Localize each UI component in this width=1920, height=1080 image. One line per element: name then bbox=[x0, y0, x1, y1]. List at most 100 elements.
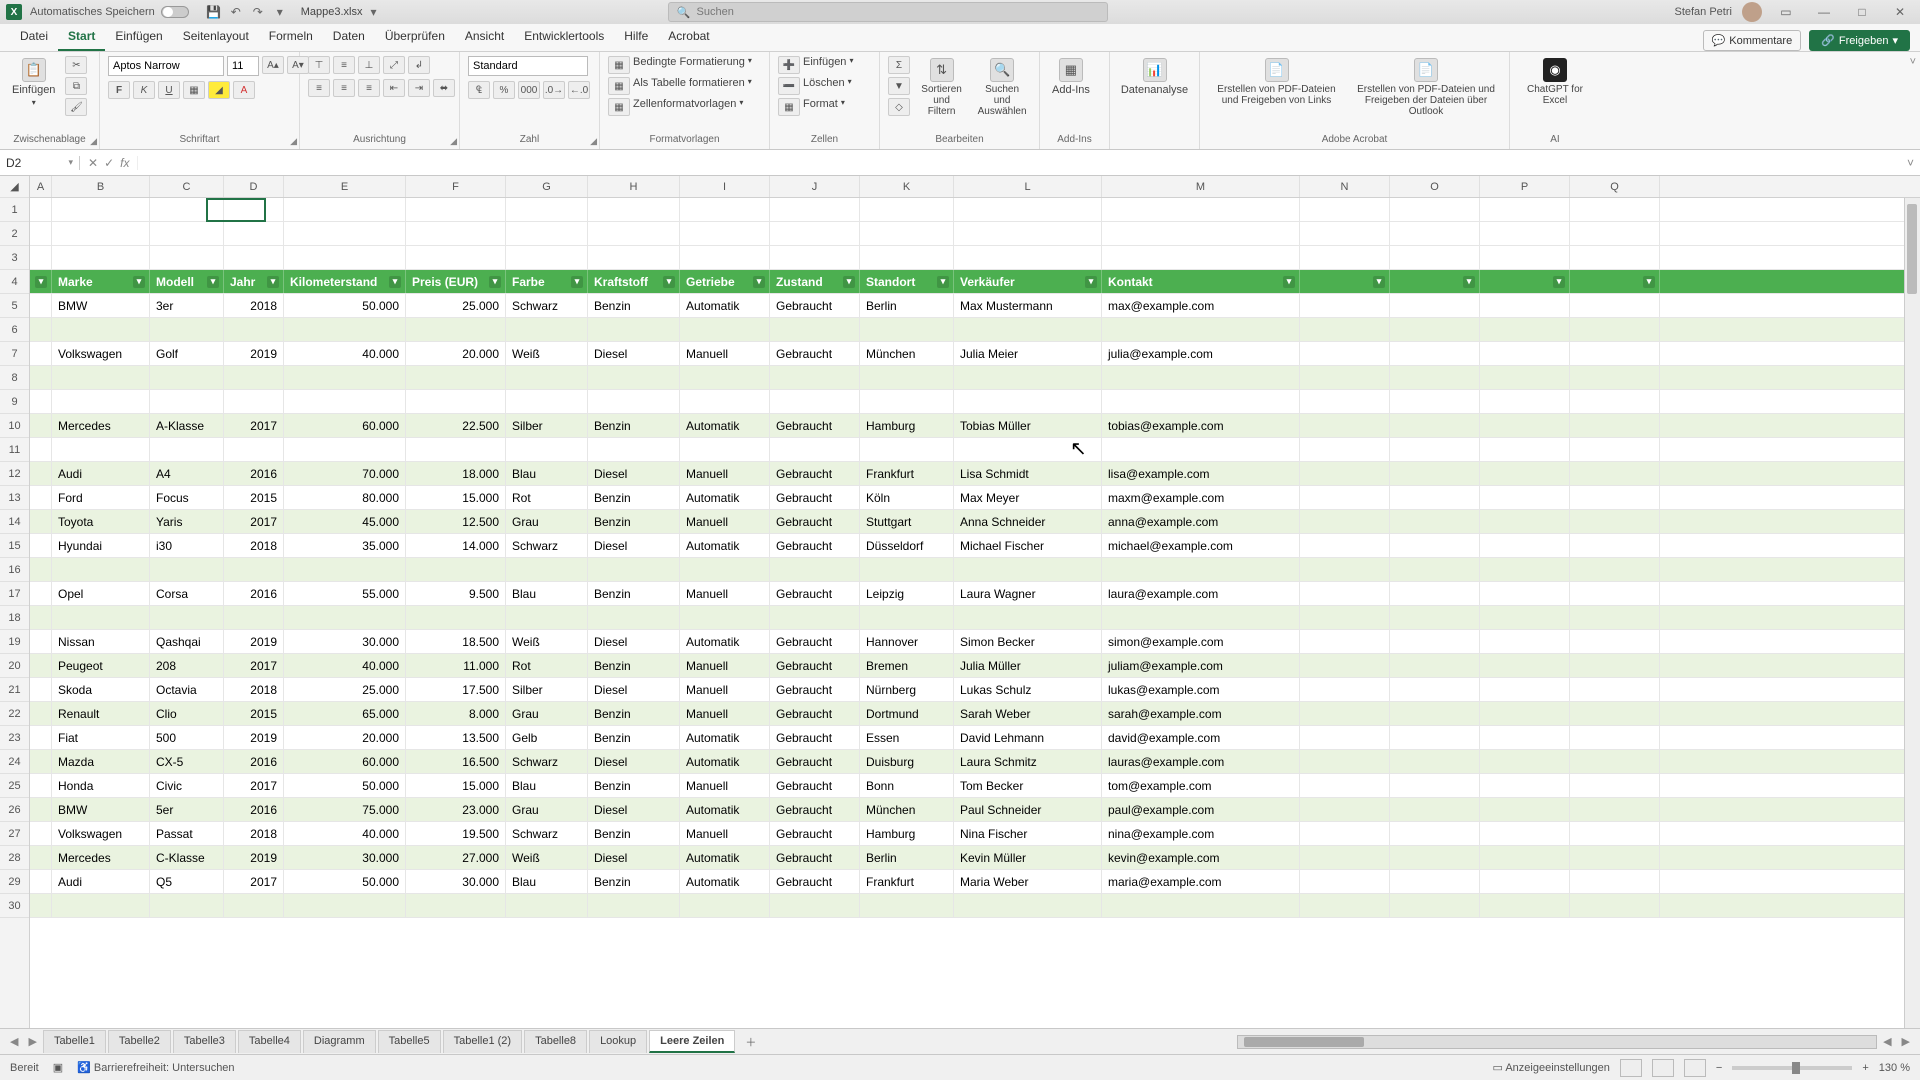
cell[interactable] bbox=[1390, 294, 1480, 317]
name-box[interactable]: D2 ▾ bbox=[0, 156, 80, 170]
cell[interactable] bbox=[1480, 510, 1570, 533]
sort-filter-button[interactable]: ⇅ Sortieren und Filtern bbox=[916, 56, 967, 119]
cell[interactable] bbox=[954, 558, 1102, 581]
cell[interactable]: Laura Wagner bbox=[954, 582, 1102, 605]
cell[interactable] bbox=[954, 390, 1102, 413]
column-headers[interactable]: ABCDEFGHIJKLMNOPQ bbox=[30, 176, 1920, 198]
cell[interactable] bbox=[1390, 582, 1480, 605]
row-header-6[interactable]: 6 bbox=[0, 318, 29, 342]
cell[interactable]: 27.000 bbox=[406, 846, 506, 869]
table-row[interactable]: VolkswagenGolf201940.00020.000WeißDiesel… bbox=[30, 342, 1920, 366]
row-header-30[interactable]: 30 bbox=[0, 894, 29, 918]
cell[interactable] bbox=[30, 198, 52, 221]
row-header-18[interactable]: 18 bbox=[0, 606, 29, 630]
cell[interactable]: Gebraucht bbox=[770, 798, 860, 821]
autosave-toggle[interactable]: Automatisches Speichern bbox=[30, 6, 189, 18]
cell[interactable] bbox=[284, 390, 406, 413]
cell[interactable] bbox=[1570, 678, 1660, 701]
cell[interactable]: 2018 bbox=[224, 294, 284, 317]
cell[interactable] bbox=[1570, 318, 1660, 341]
cell[interactable] bbox=[1480, 414, 1570, 437]
number-format-select[interactable] bbox=[468, 56, 588, 76]
cell[interactable]: Schwarz bbox=[506, 822, 588, 845]
row-headers[interactable]: ◢ 12345678910111213141516171819202122232… bbox=[0, 176, 30, 1028]
cell[interactable]: 2017 bbox=[224, 774, 284, 797]
cell[interactable] bbox=[1390, 486, 1480, 509]
column-header-cell[interactable]: Kilometerstand bbox=[284, 270, 406, 293]
cell[interactable]: Gebraucht bbox=[770, 486, 860, 509]
cell[interactable]: Benzin bbox=[588, 726, 680, 749]
tab-nav-prev-icon[interactable]: ◀ bbox=[6, 1035, 22, 1048]
cell[interactable] bbox=[1480, 342, 1570, 365]
cell[interactable]: Lisa Schmidt bbox=[954, 462, 1102, 485]
col-header-E[interactable]: E bbox=[284, 176, 406, 197]
cell[interactable] bbox=[1300, 246, 1390, 269]
zoom-level[interactable]: 130 % bbox=[1879, 1062, 1910, 1074]
cell[interactable]: Mazda bbox=[52, 750, 150, 773]
find-select-button[interactable]: 🔍 Suchen und Auswählen bbox=[973, 56, 1031, 119]
display-settings-button[interactable]: ▭ Anzeigeeinstellungen bbox=[1492, 1061, 1609, 1074]
cell[interactable] bbox=[224, 438, 284, 461]
cell[interactable]: Paul Schneider bbox=[954, 798, 1102, 821]
cell[interactable] bbox=[52, 894, 150, 917]
cell[interactable] bbox=[284, 366, 406, 389]
align-right-icon[interactable]: ≡ bbox=[358, 79, 380, 97]
cell[interactable] bbox=[506, 894, 588, 917]
cell[interactable]: Diesel bbox=[588, 750, 680, 773]
row-header-8[interactable]: 8 bbox=[0, 366, 29, 390]
expand-formula-icon[interactable]: ˅ bbox=[1901, 156, 1920, 170]
cell[interactable]: Automatik bbox=[680, 294, 770, 317]
cell[interactable] bbox=[860, 558, 954, 581]
merge-icon[interactable]: ⬌ bbox=[433, 79, 455, 97]
row-header-17[interactable]: 17 bbox=[0, 582, 29, 606]
cell[interactable]: 2018 bbox=[224, 678, 284, 701]
col-header-F[interactable]: F bbox=[406, 176, 506, 197]
cell[interactable]: Clio bbox=[150, 702, 224, 725]
cell[interactable] bbox=[1300, 678, 1390, 701]
cell[interactable] bbox=[1480, 822, 1570, 845]
column-header-cell[interactable]: Kraftstoff bbox=[588, 270, 680, 293]
cell[interactable] bbox=[1480, 270, 1570, 293]
cell[interactable] bbox=[1390, 558, 1480, 581]
cell[interactable]: Automatik bbox=[680, 630, 770, 653]
table-row[interactable] bbox=[30, 390, 1920, 414]
cell[interactable] bbox=[1300, 270, 1390, 293]
col-header-B[interactable]: B bbox=[52, 176, 150, 197]
align-bottom-icon[interactable]: ⊥ bbox=[358, 56, 380, 74]
underline-icon[interactable]: U bbox=[158, 81, 180, 99]
cell[interactable]: Gebraucht bbox=[770, 630, 860, 653]
toggle-icon[interactable] bbox=[161, 6, 189, 18]
cell[interactable] bbox=[1300, 702, 1390, 725]
cell[interactable] bbox=[1480, 462, 1570, 485]
scroll-thumb[interactable] bbox=[1907, 204, 1917, 294]
cell[interactable]: Passat bbox=[150, 822, 224, 845]
cell[interactable]: 9.500 bbox=[406, 582, 506, 605]
cell[interactable]: Grau bbox=[506, 702, 588, 725]
cell[interactable]: 18.000 bbox=[406, 462, 506, 485]
table-row[interactable]: RenaultClio201565.0008.000GrauBenzinManu… bbox=[30, 702, 1920, 726]
col-header-L[interactable]: L bbox=[954, 176, 1102, 197]
ribbon-mode-icon[interactable]: ▭ bbox=[1772, 5, 1800, 19]
cell[interactable]: Julia Meier bbox=[954, 342, 1102, 365]
cell[interactable]: 2018 bbox=[224, 534, 284, 557]
cell[interactable]: laura@example.com bbox=[1102, 582, 1300, 605]
enter-formula-icon[interactable]: ✓ bbox=[104, 156, 114, 170]
table-row[interactable] bbox=[30, 318, 1920, 342]
spreadsheet-grid[interactable]: ◢ 12345678910111213141516171819202122232… bbox=[0, 176, 1920, 1028]
row-header-22[interactable]: 22 bbox=[0, 702, 29, 726]
cell[interactable]: Tobias Müller bbox=[954, 414, 1102, 437]
cell[interactable]: 208 bbox=[150, 654, 224, 677]
cell[interactable]: Tom Becker bbox=[954, 774, 1102, 797]
cell[interactable]: Diesel bbox=[588, 342, 680, 365]
cell[interactable]: 2016 bbox=[224, 582, 284, 605]
cell[interactable] bbox=[1570, 390, 1660, 413]
cell[interactable] bbox=[1570, 366, 1660, 389]
cell[interactable] bbox=[1480, 702, 1570, 725]
sheet-tab[interactable]: Tabelle4 bbox=[238, 1030, 301, 1053]
cell[interactable] bbox=[1102, 366, 1300, 389]
cell[interactable]: Gebraucht bbox=[770, 414, 860, 437]
cell[interactable]: max@example.com bbox=[1102, 294, 1300, 317]
cell[interactable]: Gebraucht bbox=[770, 870, 860, 893]
cell[interactable]: Gelb bbox=[506, 726, 588, 749]
cell[interactable] bbox=[680, 390, 770, 413]
